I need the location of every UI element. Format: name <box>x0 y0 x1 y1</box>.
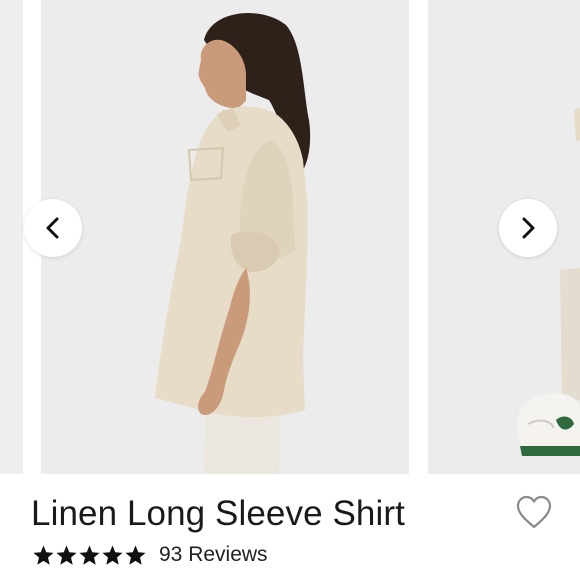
favorite-button[interactable] <box>515 494 553 530</box>
heart-outline-icon <box>516 495 552 529</box>
rating-stars <box>32 544 147 567</box>
star-icon <box>102 544 123 565</box>
product-image-carousel[interactable] <box>0 0 580 474</box>
product-title: Linen Long Sleeve Shirt <box>31 494 405 533</box>
chevron-right-icon <box>522 217 535 239</box>
carousel-next-button[interactable] <box>499 199 557 257</box>
star-icon <box>33 544 54 565</box>
carousel-slide-current <box>41 0 409 474</box>
carousel-slide-previous <box>0 0 23 474</box>
star-icon <box>79 544 100 565</box>
carousel-prev-button[interactable] <box>24 199 82 257</box>
product-photo <box>41 0 409 474</box>
product-rating[interactable]: 93 Reviews <box>32 540 268 570</box>
star-icon <box>125 544 146 565</box>
chevron-left-icon <box>46 217 59 239</box>
reviews-link[interactable]: 93 Reviews <box>159 543 268 567</box>
star-icon <box>56 544 77 565</box>
